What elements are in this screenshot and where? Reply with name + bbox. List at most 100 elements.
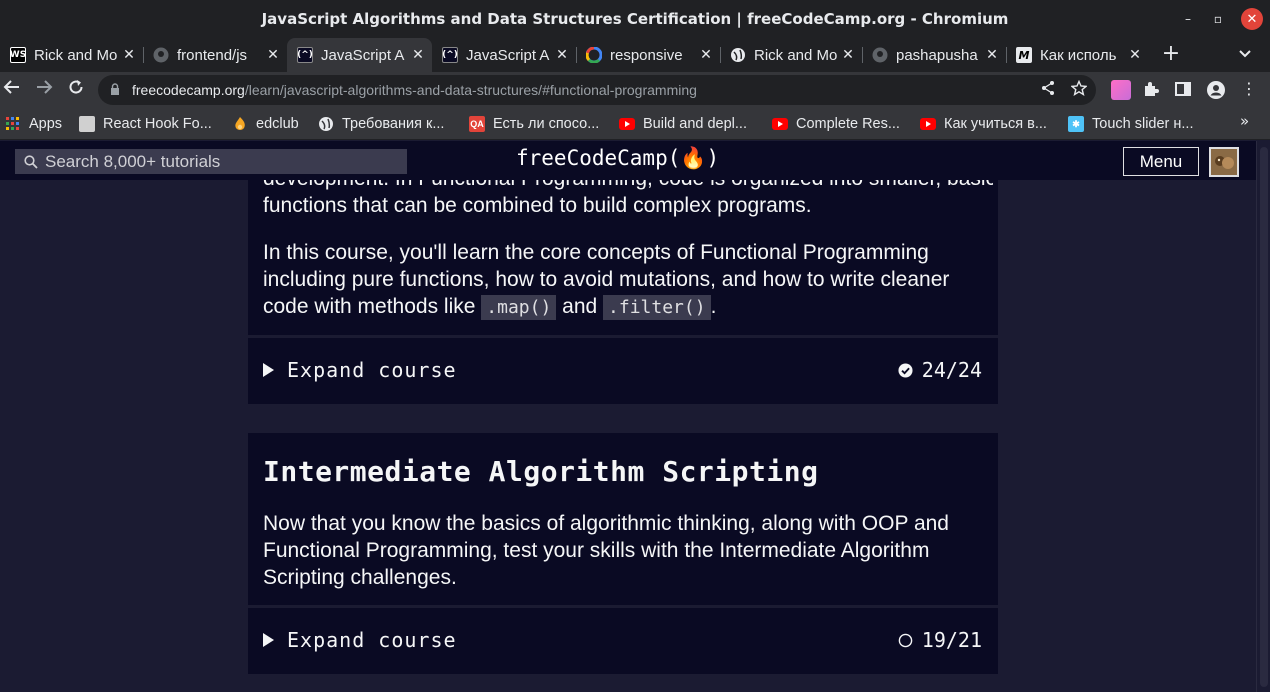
bookmark-label: Apps (29, 116, 63, 132)
menu-button[interactable]: Menu (1123, 147, 1199, 176)
code-filter: .filter() (603, 295, 711, 320)
minimize-button[interactable]: – (1177, 8, 1199, 30)
bookmarks-bar: Apps React Hook Fo... edclub Требования … (0, 108, 1270, 140)
bookmark-label: Touch slider н... (1092, 116, 1194, 132)
share-icon[interactable] (1038, 80, 1058, 100)
bookmark-label: Требования к... (342, 116, 445, 132)
bookmark-react-hook-form[interactable]: React Hook Fo... (79, 114, 212, 134)
intro-period: . (710, 295, 717, 318)
apps-grid-icon (5, 116, 21, 132)
window-titlebar: JavaScript Algorithms and Data Structure… (0, 0, 1270, 38)
progress-complete: 24/24 (898, 358, 982, 382)
tab-kak-ispolzovat[interactable]: M Как исполь ✕ (1006, 38, 1149, 72)
forward-button[interactable] (32, 78, 56, 102)
tab-close-icon[interactable]: ✕ (263, 47, 283, 63)
globe-icon (318, 116, 334, 132)
tab-label: Rick and Mo (34, 46, 118, 64)
tab-close-icon[interactable]: ✕ (119, 47, 139, 63)
maximize-button[interactable]: ▫ (1207, 8, 1229, 30)
tab-close-icon[interactable]: ✕ (1125, 47, 1145, 63)
search-box[interactable] (15, 149, 407, 174)
bookmark-touch-slider[interactable]: ✱ Touch slider н... (1068, 114, 1194, 134)
expand-triangle-icon (263, 633, 274, 647)
tab-label: pashapusha (896, 46, 978, 64)
functional-programming-block: development. In Functional Programming, … (248, 161, 998, 335)
kebab-menu-icon[interactable]: ⋮ (1239, 80, 1259, 100)
expand-triangle-icon (263, 363, 274, 377)
expand-course-label: Expand course (287, 628, 457, 652)
page-scrollbar[interactable] (1256, 141, 1270, 692)
tab-rick-and-morty-2[interactable]: Rick and Mo ✕ (720, 38, 863, 72)
bookmark-label: Complete Res... (796, 116, 900, 132)
bookmark-edclub[interactable]: edclub (232, 114, 299, 134)
youtube-icon (619, 116, 635, 132)
back-arrow-icon (3, 80, 19, 94)
tab-close-icon[interactable]: ✕ (552, 47, 572, 63)
tab-label: Как исполь (1040, 46, 1117, 64)
lock-icon (111, 83, 119, 95)
tab-close-icon[interactable]: ✕ (982, 47, 1002, 63)
tab-javascript-active[interactable]: (^) JavaScript A ✕ (287, 38, 432, 72)
expand-course-functional[interactable]: Expand course 24/24 (248, 338, 998, 404)
tab-frontend-js[interactable]: frontend/js ✕ (143, 38, 287, 72)
profile-icon[interactable] (1206, 80, 1226, 100)
new-tab-button[interactable]: + (1159, 43, 1183, 67)
bookmark-build-and-deploy[interactable]: Build and depl... (619, 114, 747, 134)
extension-color-icon[interactable] (1111, 80, 1131, 100)
back-button[interactable] (0, 78, 24, 102)
bookmark-est-li-sposob[interactable]: QA Есть ли спосо... (469, 114, 599, 134)
medium-icon: M (1016, 47, 1032, 63)
freecodecamp-icon: (^) (297, 47, 313, 63)
tab-label: JavaScript A (321, 46, 405, 64)
qa-icon: QA (469, 116, 485, 132)
fcc-logo[interactable]: freeCodeCamp(🔥) (516, 146, 719, 171)
browser-toolbar: freecodecamp.org/learn/javascript-algori… (0, 72, 1270, 108)
address-bar[interactable]: freecodecamp.org/learn/javascript-algori… (98, 75, 1096, 105)
react-hook-form-icon (79, 116, 95, 132)
fcc-navbar: freeCodeCamp(🔥) Menu (0, 141, 1256, 180)
search-input[interactable] (45, 151, 405, 172)
bookmark-kak-uchitsya[interactable]: Как учиться в... (920, 114, 1047, 134)
github-icon (872, 47, 888, 63)
url-text[interactable]: freecodecamp.org/learn/javascript-algori… (132, 82, 697, 98)
bookmark-label: React Hook Fo... (103, 116, 212, 132)
slider-icon: ✱ (1068, 116, 1084, 132)
bookmarks-overflow-button[interactable]: » (1240, 112, 1249, 130)
scrollbar-thumb[interactable] (1260, 147, 1268, 687)
tab-close-icon[interactable]: ✕ (838, 47, 858, 63)
check-circle-icon (898, 362, 913, 378)
progress-incomplete: 19/21 (898, 628, 982, 652)
edclub-icon (232, 116, 248, 132)
expand-course-intermediate[interactable]: Expand course 19/21 (248, 608, 998, 674)
bookmark-trebovaniya[interactable]: Требования к... (318, 114, 444, 134)
tab-javascript[interactable]: (^) JavaScript A ✕ (432, 38, 577, 72)
github-icon (153, 47, 169, 63)
empty-circle-icon (898, 633, 913, 647)
bookmark-label: Как учиться в... (944, 116, 1047, 132)
block-description-line: functions that can be combined to build … (263, 194, 812, 217)
bookmark-apps[interactable]: Apps (5, 114, 62, 134)
search-icon (24, 154, 38, 169)
bookmark-star-icon[interactable] (1069, 79, 1089, 100)
reload-icon (69, 80, 83, 94)
reload-button[interactable] (64, 78, 88, 102)
tab-search-chevron-icon[interactable] (1238, 46, 1252, 64)
progress-count: 24/24 (921, 358, 982, 382)
block-title[interactable]: Intermediate Algorithm Scripting (263, 455, 818, 488)
tab-close-icon[interactable]: ✕ (696, 47, 716, 63)
close-window-button[interactable]: ✕ (1241, 8, 1263, 30)
tab-label: JavaScript A (466, 46, 550, 64)
tab-responsive[interactable]: responsive ✕ (576, 38, 721, 72)
avatar[interactable] (1209, 147, 1239, 177)
tab-label: Rick and Mo (754, 46, 838, 64)
extensions-puzzle-icon[interactable] (1142, 80, 1162, 100)
tab-pashapusha[interactable]: pashapusha ✕ (862, 38, 1007, 72)
code-map: .map() (481, 295, 557, 320)
youtube-icon (772, 116, 788, 132)
tab-close-icon[interactable]: ✕ (408, 47, 428, 63)
webstorm-icon: WS (10, 47, 26, 63)
bookmark-complete-res[interactable]: Complete Res... (772, 114, 900, 134)
side-panel-icon[interactable] (1174, 80, 1194, 100)
tab-rick-and-morty-1[interactable]: WS Rick and Mo ✕ (0, 38, 144, 72)
tab-label: responsive (610, 46, 683, 64)
